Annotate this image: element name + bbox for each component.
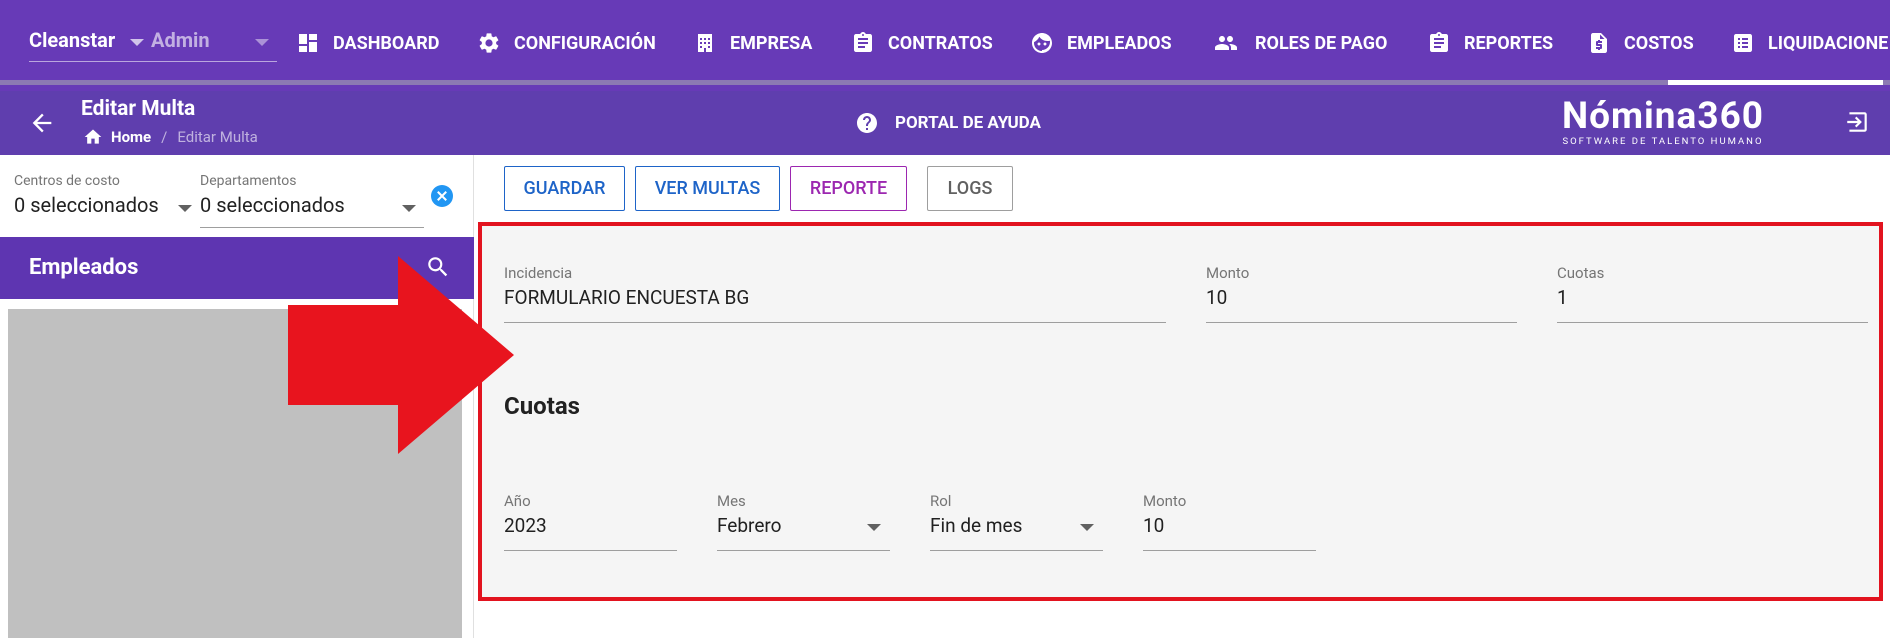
nav-scroll-indicator[interactable] xyxy=(1668,80,1883,85)
nav-reportes[interactable]: REPORTES xyxy=(1427,26,1553,60)
nav-contratos-label: CONTRATOS xyxy=(888,32,993,54)
role-select[interactable]: Rol Fin de mes xyxy=(930,492,1103,552)
report-button[interactable]: REPORTE xyxy=(790,166,907,211)
year-underline xyxy=(504,550,677,551)
help-portal-label: PORTAL DE AYUDA xyxy=(895,113,1041,133)
department-filter[interactable]: Departamentos 0 seleccionados xyxy=(200,173,424,229)
clear-filters-icon[interactable] xyxy=(431,185,453,207)
nav-liquidaciones-label: LIQUIDACIONE xyxy=(1768,32,1889,54)
role-underline xyxy=(930,550,1103,551)
month-label: Mes xyxy=(717,492,746,510)
incidence-field[interactable]: Incidencia FORMULARIO ENCUESTA BG xyxy=(504,264,1166,324)
installment-amount-field[interactable]: Monto 10 xyxy=(1143,492,1316,552)
logo-title: Nómina360 xyxy=(1561,95,1765,138)
month-underline xyxy=(717,550,890,551)
nav-liquidaciones[interactable]: LIQUIDACIONE xyxy=(1731,26,1888,60)
page-header: Editar Multa Home / Editar Multa PORTAL … xyxy=(0,91,1890,155)
home-icon xyxy=(84,129,102,144)
logo-subtitle: SOFTWARE DE TALENTO HUMANO xyxy=(1562,136,1764,147)
cost-center-filter[interactable]: Centros de costo 0 seleccionados xyxy=(14,173,192,229)
cost-center-label: Centros de costo xyxy=(14,173,120,189)
installments-section-title: Cuotas xyxy=(504,392,580,420)
department-label: Departamentos xyxy=(200,173,297,189)
nav-dashboard-label: DASHBOARD xyxy=(333,32,440,54)
cost-center-value: 0 seleccionados xyxy=(14,193,159,217)
installments-underline xyxy=(1557,322,1868,323)
breadcrumb: Home / Editar Multa xyxy=(83,127,258,147)
month-value: Febrero xyxy=(717,514,782,537)
receipt-dollar-icon xyxy=(1591,33,1607,53)
month-dropdown-icon[interactable] xyxy=(867,524,881,531)
nav-roles-de-pago[interactable]: ROLES DE PAGO xyxy=(1210,26,1387,60)
breadcrumb-home[interactable]: Home xyxy=(111,128,151,146)
nav-contratos[interactable]: CONTRATOS xyxy=(851,26,993,60)
clipboard-icon xyxy=(854,32,872,52)
dashboard-icon xyxy=(299,34,317,52)
role-dropdown-icon[interactable] xyxy=(255,39,269,46)
role-label: Rol xyxy=(930,492,952,510)
nav-configuracion[interactable]: CONFIGURACIÓN xyxy=(477,26,656,60)
logout-icon[interactable] xyxy=(1844,109,1870,135)
logs-button[interactable]: LOGS xyxy=(927,166,1013,211)
back-arrow-icon[interactable] xyxy=(28,109,56,137)
breadcrumb-current: Editar Multa xyxy=(177,128,258,146)
installments-field[interactable]: Cuotas 1 xyxy=(1557,264,1868,324)
company-dropdown-icon[interactable] xyxy=(130,39,144,46)
top-navbar: Cleanstar Admin DASHBOARD CONFIGURACIÓN … xyxy=(0,0,1890,91)
nav-empleados-label: EMPLEADOS xyxy=(1067,32,1172,54)
nav-roles-de-pago-label: ROLES DE PAGO xyxy=(1255,32,1388,54)
cost-center-dropdown-icon[interactable] xyxy=(178,205,192,212)
company-name: Cleanstar xyxy=(29,28,116,52)
report-clipboard-icon xyxy=(1430,32,1448,52)
page-title: Editar Multa xyxy=(81,97,196,121)
nomina360-logo: Nómina360 SOFTWARE DE TALENTO HUMANO xyxy=(1548,97,1778,151)
incidence-label: Incidencia xyxy=(504,264,573,282)
incidence-value: FORMULARIO ENCUESTA BG xyxy=(504,286,750,309)
year-value: 2023 xyxy=(504,514,547,537)
nav-costos[interactable]: COSTOS xyxy=(1587,26,1694,60)
year-field[interactable]: Año 2023 xyxy=(504,492,677,552)
view-fines-button[interactable]: VER MULTAS xyxy=(635,166,780,211)
help-icon xyxy=(857,113,877,133)
nav-costos-label: COSTOS xyxy=(1624,32,1694,54)
role-name: Admin xyxy=(151,28,210,52)
list-icon xyxy=(1734,34,1752,52)
installment-amount-label: Monto xyxy=(1143,492,1187,510)
department-underline xyxy=(200,227,424,228)
amount-underline xyxy=(1206,322,1517,323)
help-portal-link[interactable]: PORTAL DE AYUDA xyxy=(855,111,1041,135)
nav-empresa[interactable]: EMPRESA xyxy=(693,26,812,60)
gear-icon xyxy=(479,33,499,53)
nav-reportes-label: REPORTES xyxy=(1464,32,1554,54)
nav-empleados[interactable]: EMPLEADOS xyxy=(1030,26,1172,60)
installment-amount-value: 10 xyxy=(1143,514,1165,537)
amount-value: 10 xyxy=(1206,286,1228,309)
department-dropdown-icon[interactable] xyxy=(402,205,416,212)
month-select[interactable]: Mes Febrero xyxy=(717,492,890,552)
content-footer xyxy=(475,603,1890,638)
incidence-underline xyxy=(504,322,1166,323)
installment-amount-underline xyxy=(1143,550,1316,551)
installments-label: Cuotas xyxy=(1557,264,1605,282)
red-arrow-annotation xyxy=(288,256,514,454)
breadcrumb-separator: / xyxy=(161,128,168,146)
department-value: 0 seleccionados xyxy=(200,193,345,217)
nav-configuracion-label: CONFIGURACIÓN xyxy=(514,32,656,54)
group-icon xyxy=(1215,36,1237,50)
role-dropdown-icon[interactable] xyxy=(1080,524,1094,531)
company-selector[interactable]: Cleanstar Admin xyxy=(29,26,277,62)
face-icon xyxy=(1032,33,1052,53)
save-button[interactable]: GUARDAR xyxy=(504,166,625,211)
role-value: Fin de mes xyxy=(930,514,1023,537)
amount-field[interactable]: Monto 10 xyxy=(1206,264,1517,324)
employees-title: Empleados xyxy=(29,255,139,280)
nav-scroll-track xyxy=(0,80,1890,85)
installments-value: 1 xyxy=(1557,286,1568,309)
nav-empresa-label: EMPRESA xyxy=(730,32,813,54)
building-icon xyxy=(698,34,712,52)
amount-label: Monto xyxy=(1206,264,1250,282)
fine-form-highlight: Incidencia FORMULARIO ENCUESTA BG Monto … xyxy=(478,222,1883,601)
year-label: Año xyxy=(504,492,531,510)
nav-dashboard[interactable]: DASHBOARD xyxy=(296,26,439,60)
